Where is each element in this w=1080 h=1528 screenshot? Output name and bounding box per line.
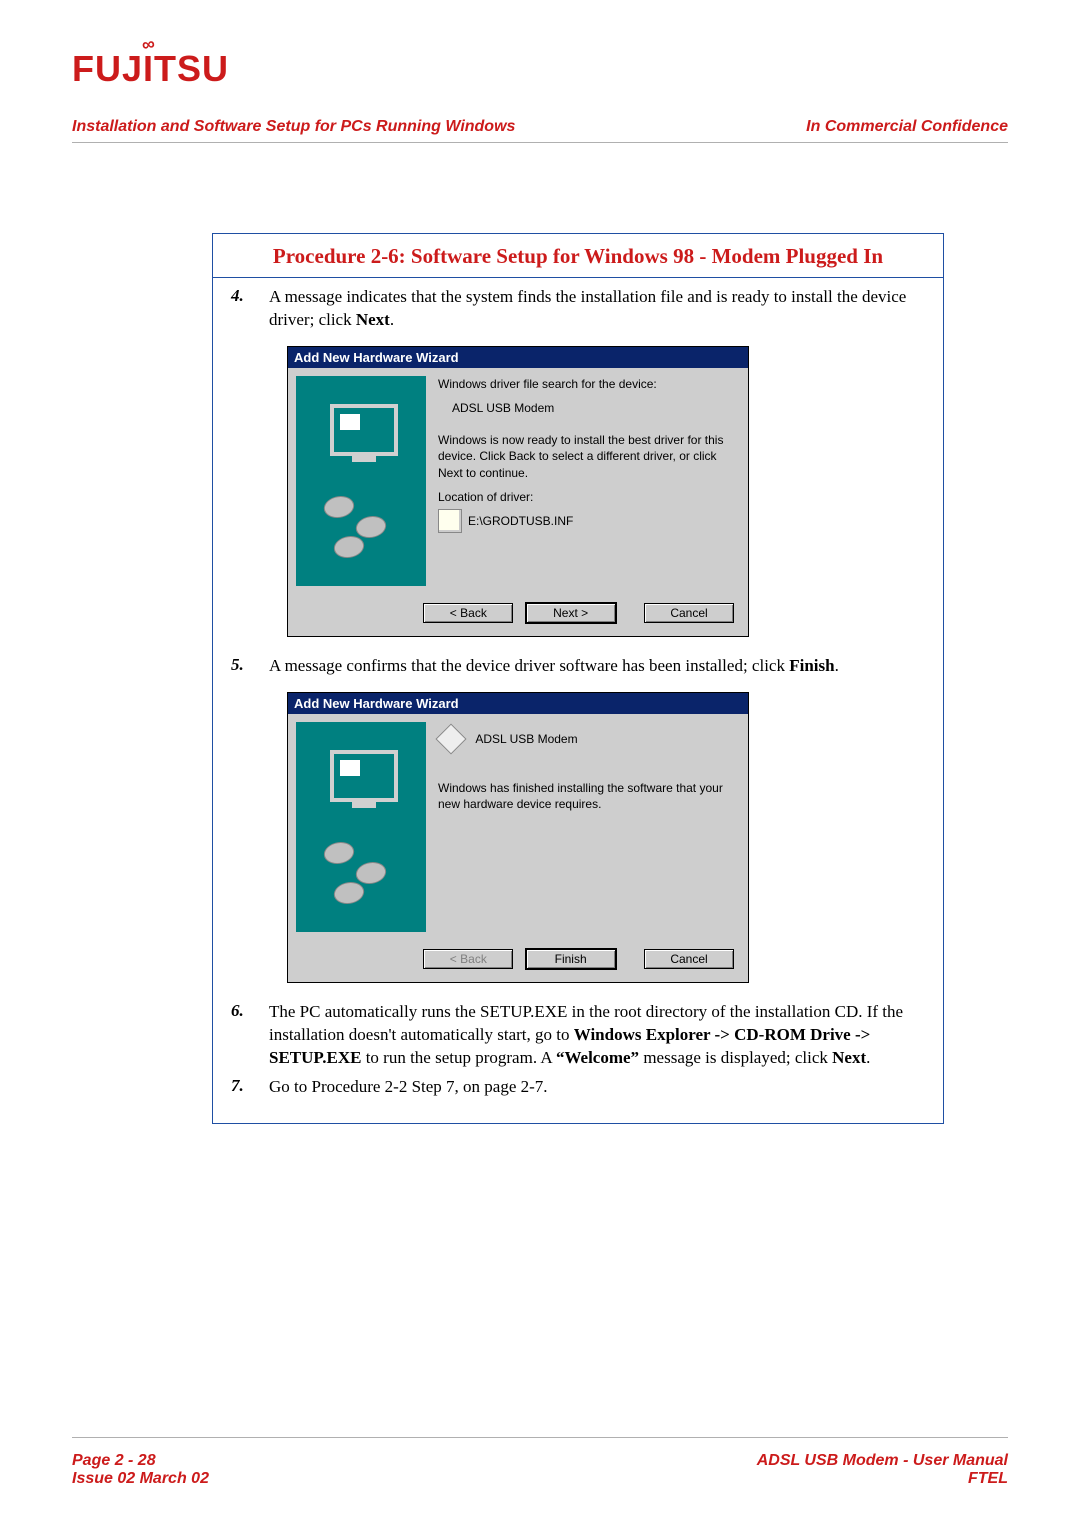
- wizard1-line1: Windows driver file search for the devic…: [438, 376, 740, 392]
- back-button-disabled: < Back: [423, 949, 513, 969]
- step-text: A message indicates that the system find…: [269, 286, 925, 332]
- footer-org: FTEL: [757, 1470, 1008, 1488]
- monitor-icon: [330, 404, 398, 456]
- step-num: 4.: [231, 286, 269, 332]
- page-footer: Page 2 - 28 Issue 02 March 02 ADSL USB M…: [72, 1452, 1008, 1488]
- wizard1-title: Add New Hardware Wizard: [288, 347, 748, 368]
- header-right: In Commercial Confidence: [806, 118, 1008, 136]
- cancel-button[interactable]: Cancel: [644, 949, 734, 969]
- disc-icon: [332, 882, 366, 904]
- next-button[interactable]: Next >: [525, 602, 617, 624]
- disc-icon: [354, 862, 388, 884]
- page-header: Installation and Software Setup for PCs …: [72, 118, 1008, 143]
- footer-doc-title: ADSL USB Modem - User Manual: [757, 1452, 1008, 1470]
- wizard1-main: Windows driver file search for the devic…: [438, 376, 740, 586]
- step-num: 5.: [231, 655, 269, 678]
- back-button[interactable]: < Back: [423, 603, 513, 623]
- disc-icon: [354, 516, 388, 538]
- diamond-icon: [435, 723, 466, 754]
- header-left: Installation and Software Setup for PCs …: [72, 118, 515, 136]
- procedure-title: Procedure 2-6: Software Setup for Window…: [213, 234, 943, 278]
- step-5: 5. A message confirms that the device dr…: [231, 655, 925, 678]
- footer-issue: Issue 02 March 02: [72, 1470, 209, 1488]
- wizard1-side-graphic: [296, 376, 426, 586]
- step-6: 6. The PC automatically runs the SETUP.E…: [231, 1001, 925, 1070]
- wizard1-line2: Windows is now ready to install the best…: [438, 432, 740, 481]
- monitor-icon: [330, 750, 398, 802]
- disc-icon: [322, 496, 356, 518]
- cancel-button[interactable]: Cancel: [644, 603, 734, 623]
- footer-rule: [72, 1437, 1008, 1438]
- finish-button[interactable]: Finish: [525, 948, 617, 970]
- wizard2-side-graphic: [296, 722, 426, 932]
- wizard2-line1: Windows has finished installing the soft…: [438, 780, 740, 812]
- step-text: A message confirms that the device drive…: [269, 655, 839, 678]
- disc-icon: [332, 536, 366, 558]
- wizard1-device: ADSL USB Modem: [438, 400, 740, 416]
- step-num: 6.: [231, 1001, 269, 1070]
- procedure-box: Procedure 2-6: Software Setup for Window…: [212, 233, 944, 1124]
- wizard2-main: ADSL USB Modem Windows has finished inst…: [438, 722, 740, 932]
- step-num: 7.: [231, 1076, 269, 1099]
- wizard1-loc-path: E:\GRODTUSB.INF: [468, 513, 573, 529]
- wizard1-loc-label: Location of driver:: [438, 489, 740, 505]
- disc-icon: [322, 842, 356, 864]
- step-4: 4. A message indicates that the system f…: [231, 286, 925, 332]
- footer-page: Page 2 - 28: [72, 1452, 209, 1470]
- wizard-screenshot-2: Add New Hardware Wizard ADSL USB Modem: [287, 692, 749, 983]
- step-7: 7. Go to Procedure 2-2 Step 7, on page 2…: [231, 1076, 925, 1099]
- wizard-screenshot-1: Add New Hardware Wizard Windows driver f…: [287, 346, 749, 637]
- step-text: The PC automatically runs the SETUP.EXE …: [269, 1001, 925, 1070]
- wizard2-device: ADSL USB Modem: [475, 732, 577, 746]
- brand-logo: ∞ FUJITSU: [72, 48, 1008, 90]
- step-text: Go to Procedure 2-2 Step 7, on page 2-7.: [269, 1076, 548, 1099]
- wizard2-title: Add New Hardware Wizard: [288, 693, 748, 714]
- document-icon: [438, 509, 462, 533]
